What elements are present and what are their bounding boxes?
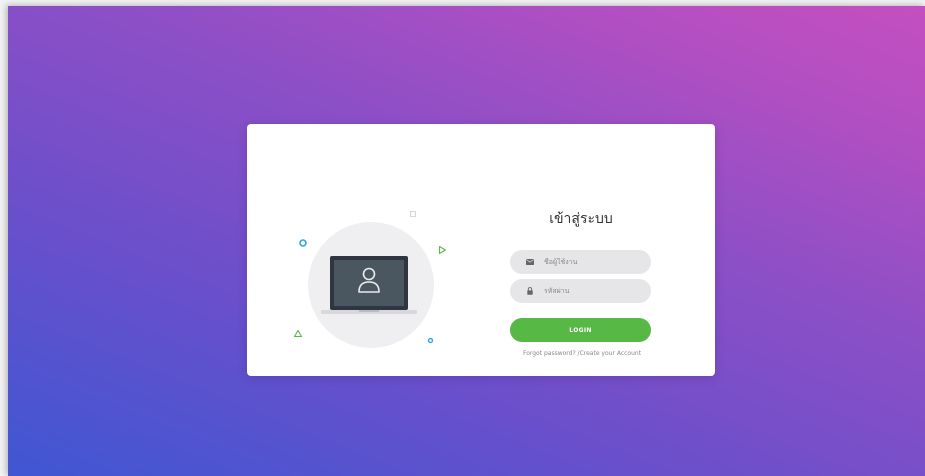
laptop-user-icon (321, 256, 417, 314)
account-links: Forgot password? /Create your Account (502, 350, 662, 357)
username-field[interactable] (510, 250, 651, 274)
login-title: เข้าสู่ระบบ (549, 211, 613, 227)
play-triangle-decoration-icon (438, 245, 447, 255)
login-card: เข้าสู่ระบบ LOGIN Forgot password? /Cre (247, 124, 715, 376)
login-button[interactable]: LOGIN (510, 318, 651, 342)
create-account-link[interactable]: Create your Account (580, 350, 641, 357)
envelope-icon (525, 257, 535, 267)
dot-decoration-icon (427, 337, 434, 344)
ring-decoration-icon (299, 239, 307, 247)
background-gradient: เข้าสู่ระบบ LOGIN Forgot password? /Cre (8, 6, 925, 476)
password-input[interactable] (544, 287, 644, 295)
square-decoration-icon (410, 211, 416, 217)
password-field[interactable] (510, 279, 651, 303)
lock-icon (525, 286, 535, 296)
triangle-decoration-icon (293, 329, 303, 338)
username-input[interactable] (544, 258, 644, 266)
forgot-password-link[interactable]: Forgot password? (523, 350, 576, 357)
login-illustration (247, 124, 477, 376)
